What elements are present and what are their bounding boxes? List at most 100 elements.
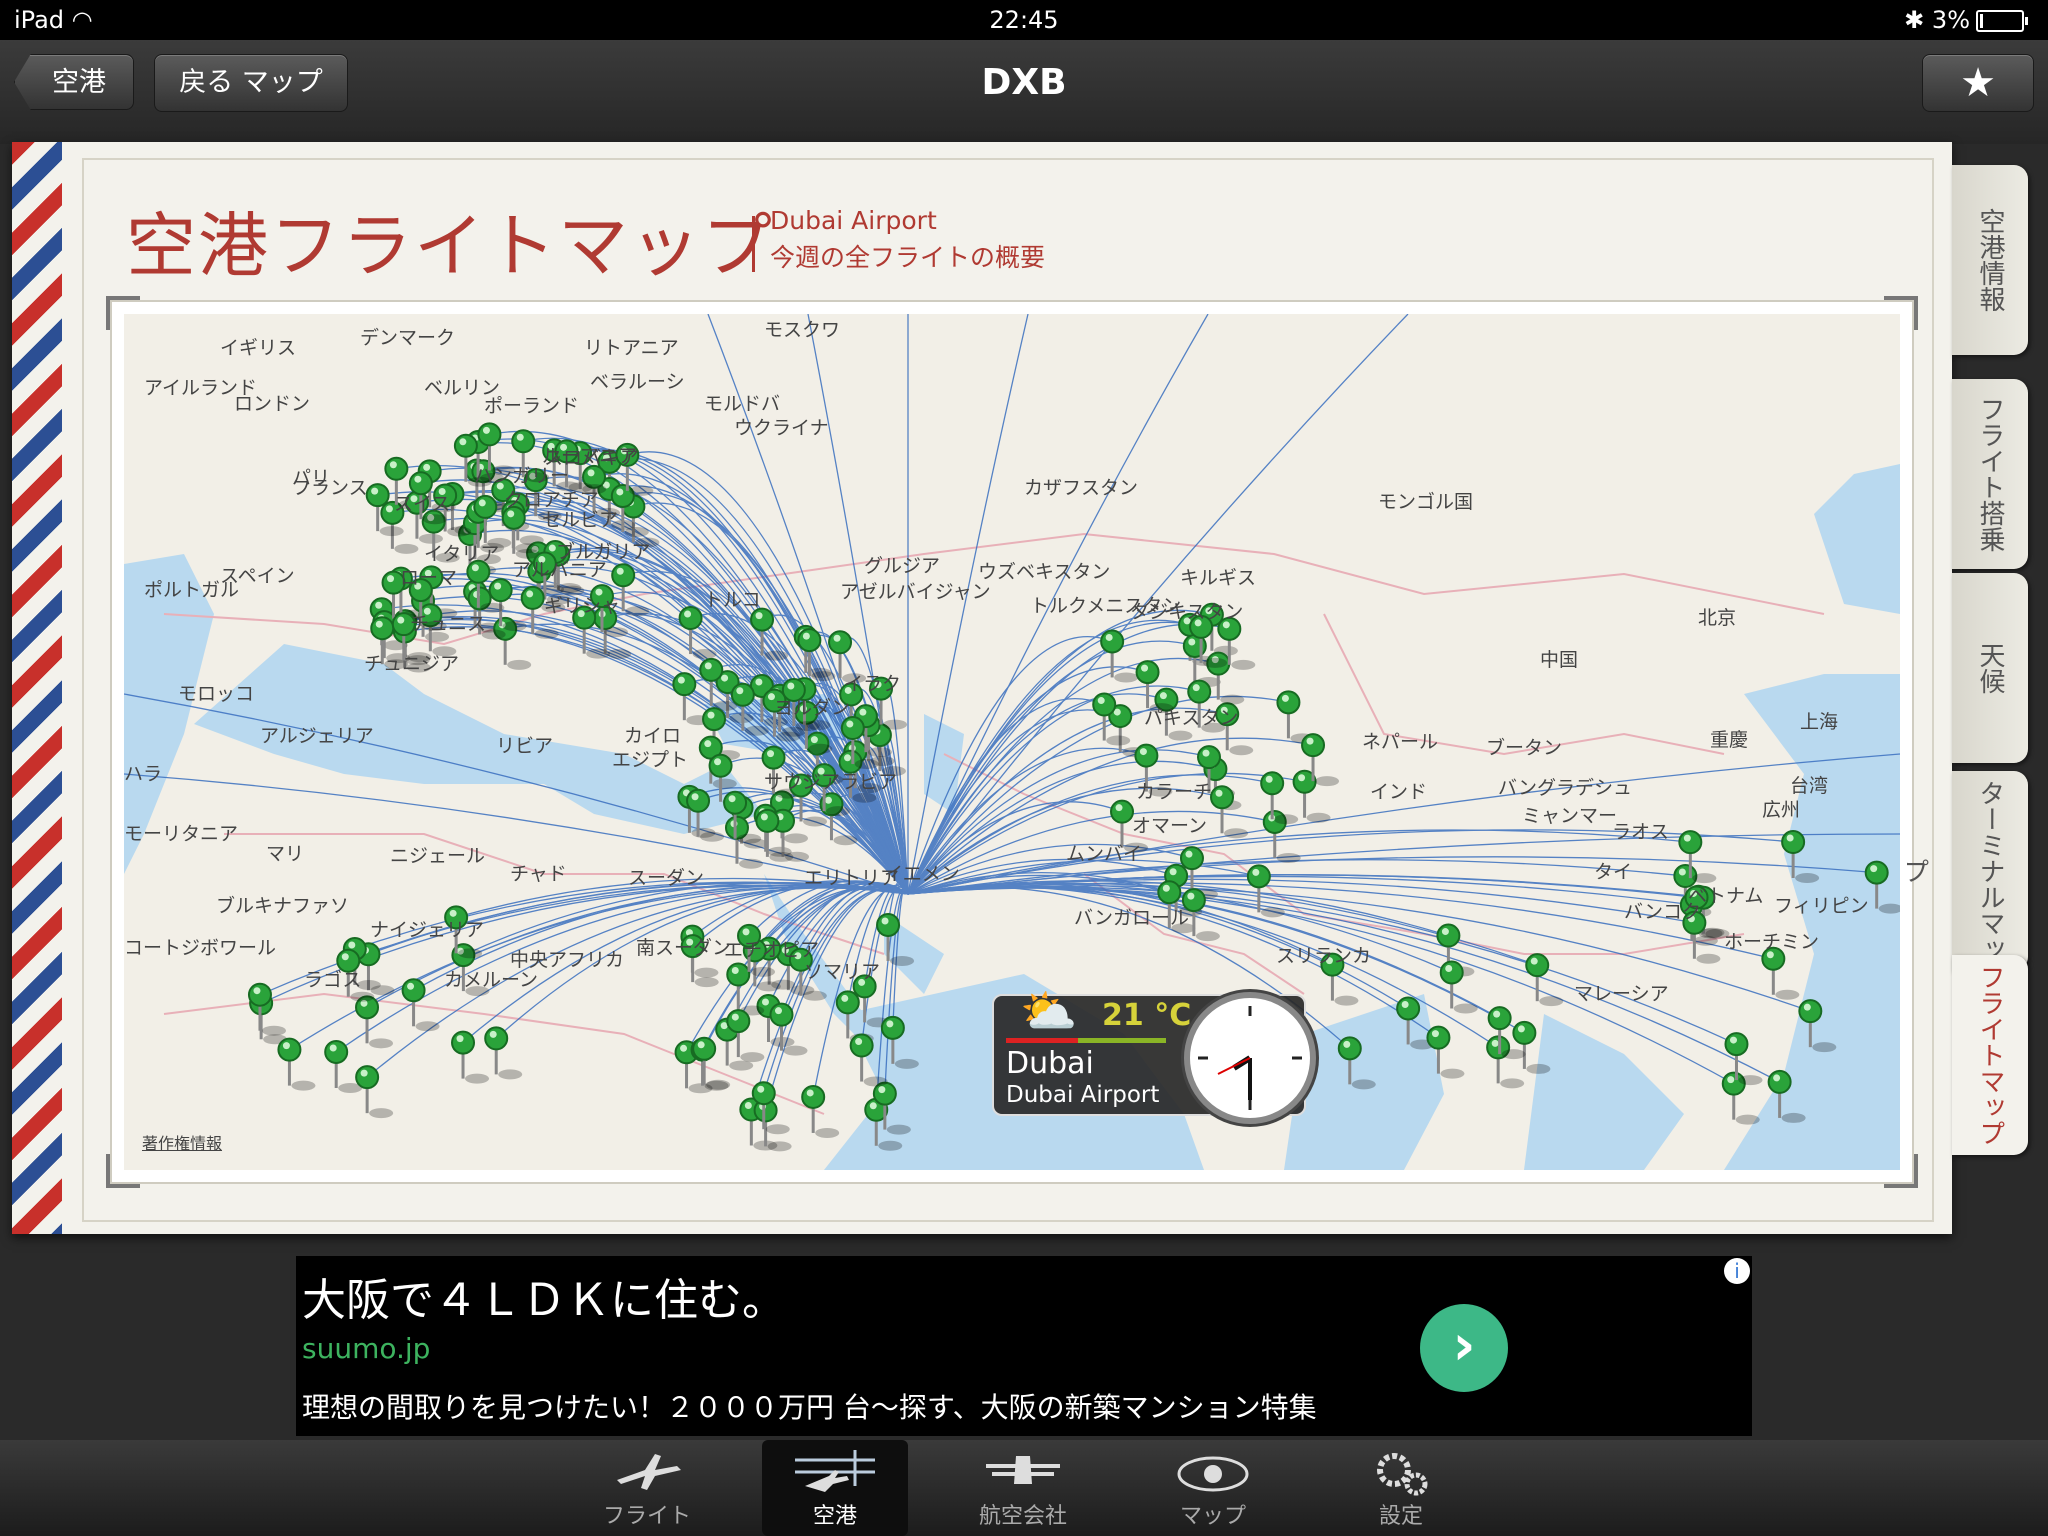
tab-settings[interactable]: 設定 (1328, 1440, 1474, 1536)
map-description: 今週の全フライトの概要 (770, 243, 1046, 272)
tab-flight-map[interactable]: フライトマップ (1952, 955, 2028, 1155)
map-label: チャド (510, 863, 567, 885)
map-label: トルコ (704, 589, 761, 611)
map-label: カラーチ (1136, 781, 1212, 803)
airport-pin[interactable] (484, 1026, 523, 1080)
map-label: 中央アフリカ (510, 949, 624, 971)
tab-label: 設定 (1378, 1504, 1423, 1529)
map-label: マリ (266, 843, 304, 865)
ad-info-icon[interactable]: i (1724, 1258, 1750, 1284)
map-label: ラゴス (304, 969, 361, 991)
temperature-gauge (1006, 1038, 1166, 1043)
map-label: マレーシア (1574, 983, 1669, 1005)
map-frame: デンマーク リトアニア モスクワ アイルランド ロンドン ベラルーシ ポーランド ベルリン パリ… (106, 296, 1918, 1188)
tab-flight-boarding[interactable]: フライト搭乗 (1952, 379, 2028, 569)
map-label: イギリス (220, 337, 296, 359)
map-label: ヨルダン (774, 697, 850, 719)
map-label: チュニス (410, 613, 486, 635)
ad-url[interactable]: suumo.jp (302, 1332, 430, 1365)
airline-icon (950, 1446, 1096, 1498)
map-label: ハラ (124, 763, 162, 785)
airport-pin[interactable] (1525, 953, 1564, 1007)
ad-banner[interactable]: 大阪で４ＬＤＫに住む。 suumo.jp 理想の間取りを見つけたい！２０００万円… (296, 1256, 1752, 1436)
map-label: 広州 (1762, 799, 1800, 821)
airport-pin[interactable] (277, 1037, 316, 1091)
clock-time: 22:45 (989, 6, 1059, 34)
tab-flights[interactable]: フライト (574, 1440, 720, 1536)
airport-icon (762, 1446, 908, 1498)
map-label: インド (1370, 781, 1427, 803)
navigation-bar: 空港 戻る マップ DXB ★ (0, 40, 2048, 144)
ad-go-button[interactable]: › (1420, 1304, 1508, 1392)
callout-airport: Dubai Airport (1006, 1082, 1160, 1108)
airplane-icon (574, 1446, 720, 1498)
card-content: 空港フライトマップ Dubai Airport 今週の全フライトの概要 デンマー… (82, 158, 1934, 1222)
status-bar: iPad ◠ 22:45 ✱ 3% (0, 0, 2048, 40)
airport-pin[interactable] (355, 995, 394, 1049)
title-divider (752, 216, 755, 272)
map-copyright[interactable]: 著作権情報 (142, 1130, 222, 1154)
battery-status: ✱ 3% (1904, 6, 2028, 34)
battery-icon (1976, 10, 2028, 32)
airport-pin[interactable] (324, 1039, 363, 1093)
tab-airlines[interactable]: 航空会社 (950, 1440, 1096, 1536)
clock-icon (1184, 992, 1316, 1124)
map-label: セルビア (542, 509, 618, 531)
map-title: 空港フライトマップ (126, 205, 774, 287)
map-label: イエメン (884, 863, 960, 885)
airport-pin[interactable] (1246, 864, 1285, 918)
map-label: ポルトガル (144, 579, 239, 601)
bluetooth-icon: ✱ (1904, 6, 1925, 34)
ad-headline[interactable]: 大阪で４ＬＤＫに住む。 (302, 1264, 786, 1328)
map-label: スーダン (628, 867, 704, 889)
map-label: チュニジア (364, 653, 459, 675)
map-label: カイロ (624, 725, 681, 747)
tab-airport-info[interactable]: 空港情報 (1952, 165, 2028, 355)
map-label: タジキスタン (1130, 601, 1243, 623)
airport-pin[interactable] (355, 1065, 394, 1119)
airport-pin[interactable] (1210, 785, 1249, 839)
map-label: 南スーダン (636, 937, 731, 959)
map-label: ニジェール (390, 845, 485, 867)
map-label: ベトナム (1688, 885, 1763, 907)
map-label: カザフスタン (1024, 477, 1138, 499)
map-label: タイ (1594, 861, 1632, 883)
map-label: ベルリン (424, 377, 500, 399)
tab-label: 空港 (812, 1504, 857, 1529)
map-label: モーリタニア (124, 823, 238, 845)
map-label: フィリピン (1774, 895, 1869, 917)
map-label: スリランカ (1276, 945, 1371, 967)
tab-weather[interactable]: 天候 (1952, 573, 2028, 763)
map-label: ウズベキスタン (978, 561, 1110, 583)
map-label: 中国 (1540, 649, 1578, 671)
map-label: フランス (292, 477, 368, 499)
airport-pin[interactable] (1761, 946, 1800, 1000)
airport-pin[interactable] (1486, 1035, 1525, 1089)
map-eye-icon (1140, 1446, 1286, 1498)
tab-terminal-map[interactable]: ターミナルマップ (1899, 771, 2028, 971)
map-label: アゼルバイジャン (840, 581, 991, 603)
map-label: ナイジェリア (370, 919, 484, 941)
map-label: エチオピア (724, 939, 819, 961)
airport-pin[interactable] (769, 1002, 808, 1056)
map-label: カメルーン (444, 969, 538, 991)
airmail-border (12, 142, 62, 1234)
map-label: モンゴル国 (1378, 491, 1473, 513)
favorite-button[interactable]: ★ (1922, 54, 2034, 112)
flight-route (907, 882, 1538, 966)
ad-description[interactable]: 理想の間取りを見つけたい！２０００万円 台〜探す、大阪の新築マンション特集 (302, 1386, 1317, 1426)
tab-map[interactable]: マップ (1140, 1440, 1286, 1536)
map-label: ホーチミン (1724, 931, 1819, 953)
map-label: オマーン (1132, 815, 1207, 837)
map-label: リビア (496, 735, 553, 757)
map-label: ブータン (1486, 736, 1562, 759)
map-label: アルジェリア (260, 725, 374, 747)
map-label: イタリア (424, 543, 499, 565)
tab-label: マップ (1179, 1504, 1246, 1529)
tab-airport[interactable]: 空港 (762, 1440, 908, 1536)
map-label: 上海 (1800, 711, 1838, 733)
map-label: エジプト (612, 749, 688, 771)
airport-pin[interactable] (451, 1030, 490, 1084)
map-label: 重慶 (1710, 729, 1748, 751)
flight-map[interactable]: デンマーク リトアニア モスクワ アイルランド ロンドン ベラルーシ ポーランド ベルリン パリ… (124, 314, 1900, 1170)
